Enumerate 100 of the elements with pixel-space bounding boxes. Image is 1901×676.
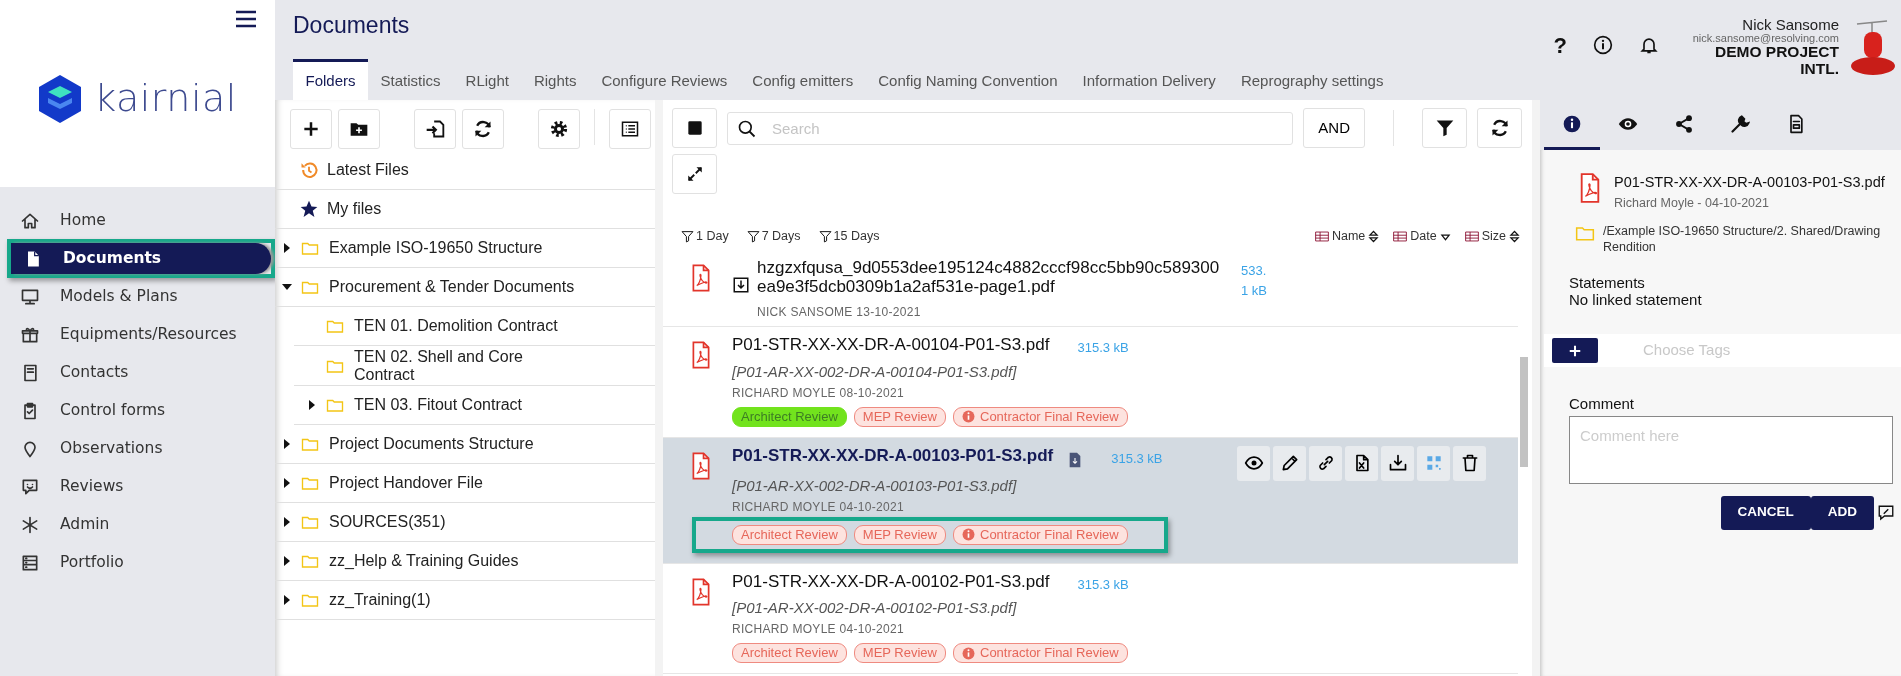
table-icon xyxy=(1393,229,1408,243)
tab[interactable]: Reprography settings xyxy=(1228,59,1396,100)
add-button[interactable] xyxy=(290,109,332,149)
expand-button[interactable] xyxy=(672,154,717,194)
file-size: 315.3 kB xyxy=(1077,575,1129,594)
file-name[interactable]: hzgzxfqusa_9d0553dee195124c4882cccf98cc5bb90c589300ea9e3f5dcb0309b1a2af531e-page1.pdf xyxy=(757,258,1227,296)
file-name[interactable]: P01-STR-XX-XX-DR-A-00102-P01-S3.pdf xyxy=(732,571,1050,591)
tree-item[interactable]: TEN 03. Fitout Contract xyxy=(294,386,655,426)
tab[interactable]: Statistics xyxy=(368,59,454,100)
nav-item[interactable]: Reviews xyxy=(0,471,267,502)
refresh-button[interactable] xyxy=(1477,108,1522,148)
tree-item[interactable]: zz_Help & Training Guides xyxy=(275,542,655,582)
nav-item[interactable]: Equipments/Resources xyxy=(0,319,267,350)
refresh-icon xyxy=(473,119,493,139)
comment-icon xyxy=(1877,504,1895,523)
tab[interactable]: Folders xyxy=(293,59,369,100)
document-row[interactable]: P01-STR-XX-XX-DR-A-00104-P01-S3.pdf 315.3 kB [P01-AR-XX-002-DR-A-00104-P01-S3.pdf] RICHARD MOYLE 08-10-2021 Architect Review MEP Review Contractor Final Review xyxy=(663,327,1518,438)
nav-item[interactable]: Portfolio xyxy=(0,547,267,578)
download-icon[interactable] xyxy=(732,275,750,294)
tree-item[interactable]: Latest Files xyxy=(275,151,655,190)
tab[interactable]: Information Delivery xyxy=(1070,59,1229,100)
caret-right-icon[interactable] xyxy=(307,400,317,411)
download-tray-icon xyxy=(1387,453,1408,473)
bell-icon[interactable] xyxy=(1639,35,1659,55)
date-filter[interactable]: 15 Days xyxy=(818,228,880,244)
author-date: Richard Moyle - 04-10-2021 xyxy=(1614,194,1770,212)
file-name[interactable]: P01-STR-XX-XX-DR-A-00104-P01-S3.pdf xyxy=(732,335,1050,354)
operator-button[interactable]: AND xyxy=(1303,108,1365,148)
link-button[interactable] xyxy=(1309,445,1342,481)
caret-right-icon[interactable] xyxy=(282,517,292,528)
info-icon xyxy=(1562,113,1582,134)
tree-item[interactable]: My files xyxy=(275,190,655,229)
date-filter[interactable]: 7 Days xyxy=(746,228,801,244)
logo-text: kairnial xyxy=(94,75,237,122)
tree-item[interactable]: Project Handover File xyxy=(275,464,655,504)
tree-item[interactable]: TEN 01. Demolition Contract xyxy=(294,307,655,346)
document-row[interactable]: hzgzxfqusa_9d0553dee195124c4882cccf98cc5bb90c589300ea9e3f5dcb0309b1a2af531e-page1.pdf 533.1 kB NICK SANSOME 13-10-2021 xyxy=(663,250,1518,327)
caret-down-icon[interactable] xyxy=(282,282,292,292)
sort-button[interactable]: Size xyxy=(1464,228,1520,244)
tree-item[interactable]: zz_Training(1) xyxy=(275,581,655,621)
caret-right-icon[interactable] xyxy=(282,556,292,567)
list-view-button[interactable] xyxy=(609,109,651,149)
nav-item[interactable]: Control forms xyxy=(0,395,267,426)
tab[interactable]: Config emitters xyxy=(739,59,866,100)
tab[interactable]: Configure Reviews xyxy=(588,59,740,100)
field-label: Comment xyxy=(1568,394,1636,414)
list-icon xyxy=(620,119,640,139)
date-filter[interactable]: 1 Day xyxy=(681,228,729,244)
caret-right-icon[interactable] xyxy=(282,478,292,489)
tree-item[interactable]: SOURCES(351) xyxy=(275,503,655,543)
author-date: RICHARD MOYLE 04-10-2021 xyxy=(732,622,905,637)
gear-icon xyxy=(549,119,569,139)
cancel-button[interactable]: CANCEL xyxy=(1720,495,1811,530)
share-icon xyxy=(1674,113,1694,134)
tab[interactable]: Config Naming Convention xyxy=(865,59,1070,100)
nav-item[interactable]: Home xyxy=(0,205,267,236)
settings-button[interactable] xyxy=(538,109,580,149)
trash-button[interactable] xyxy=(1453,445,1486,481)
help-button[interactable]: ? xyxy=(1553,28,1567,62)
caret-right-icon[interactable] xyxy=(282,595,292,606)
pdf-file-icon xyxy=(690,339,712,371)
add-button[interactable]: ADD xyxy=(1810,495,1874,530)
add-tag-button[interactable] xyxy=(1552,338,1598,363)
pencil-button[interactable] xyxy=(1273,445,1306,481)
sort-button[interactable]: Name xyxy=(1314,228,1380,244)
download-tray-button[interactable] xyxy=(1381,445,1414,481)
tab[interactable]: Rights xyxy=(521,59,589,100)
spreadsheet-file-button[interactable] xyxy=(1345,445,1378,481)
nav-item[interactable]: Contacts xyxy=(0,357,267,388)
nav-item[interactable]: Observations xyxy=(0,433,267,464)
tree-item[interactable]: Procurement & Tender Documents xyxy=(275,268,655,307)
stop-button[interactable] xyxy=(672,108,717,148)
document-row[interactable]: P01-STR-XX-XX-DR-A-00103-P01-S3.pdf 315.3 kB [P01-AR-XX-002-DR-A-00103-P01-S3.pdf] RICHARD MOYLE 04-10-2021 Architect Review MEP Review Contractor Final Review xyxy=(663,437,1518,564)
eye-button[interactable] xyxy=(1237,445,1270,481)
nav-item[interactable]: Admin xyxy=(0,509,267,540)
tree-item[interactable]: TEN 02. Shell and Core Contract xyxy=(294,346,655,387)
statement-status: No linked statement xyxy=(1569,291,1703,308)
menu-icon[interactable] xyxy=(235,8,257,29)
file-size: 315.3 kB xyxy=(1111,449,1163,468)
nav-item[interactable]: Documents xyxy=(11,243,271,274)
scrollbar[interactable] xyxy=(1520,357,1528,467)
filter-icon xyxy=(681,229,694,243)
history-icon xyxy=(299,160,319,180)
new-folder-button[interactable] xyxy=(338,109,380,149)
info-icon[interactable] xyxy=(1593,35,1613,55)
nav-item[interactable]: Models & Plans xyxy=(0,281,267,312)
sort-button[interactable]: Date xyxy=(1393,228,1451,244)
import-button[interactable] xyxy=(414,109,456,149)
tree-item[interactable]: Example ISO-19650 Structure xyxy=(275,229,655,268)
caret-right-icon[interactable] xyxy=(282,243,292,253)
filter-icon xyxy=(818,229,832,243)
filter-button[interactable] xyxy=(1422,108,1467,148)
caret-right-icon[interactable] xyxy=(282,439,292,450)
refresh-button[interactable] xyxy=(462,109,504,149)
tree-item[interactable]: Project Documents Structure xyxy=(275,425,655,465)
search-field[interactable]: Search xyxy=(727,111,1294,145)
asterisk-icon xyxy=(20,514,40,535)
document-row[interactable]: P01-STR-XX-XX-DR-A-00102-P01-S3.pdf 315.3 kB [P01-AR-XX-002-DR-A-00102-P01-S3.pdf] RICHARD MOYLE 04-10-2021 Architect Review MEP Review Contractor Final Review xyxy=(663,563,1518,674)
tab[interactable]: RLight xyxy=(453,59,522,100)
file-name[interactable]: P01-STR-XX-XX-DR-A-00103-P01-S3.pdf xyxy=(732,445,1054,465)
